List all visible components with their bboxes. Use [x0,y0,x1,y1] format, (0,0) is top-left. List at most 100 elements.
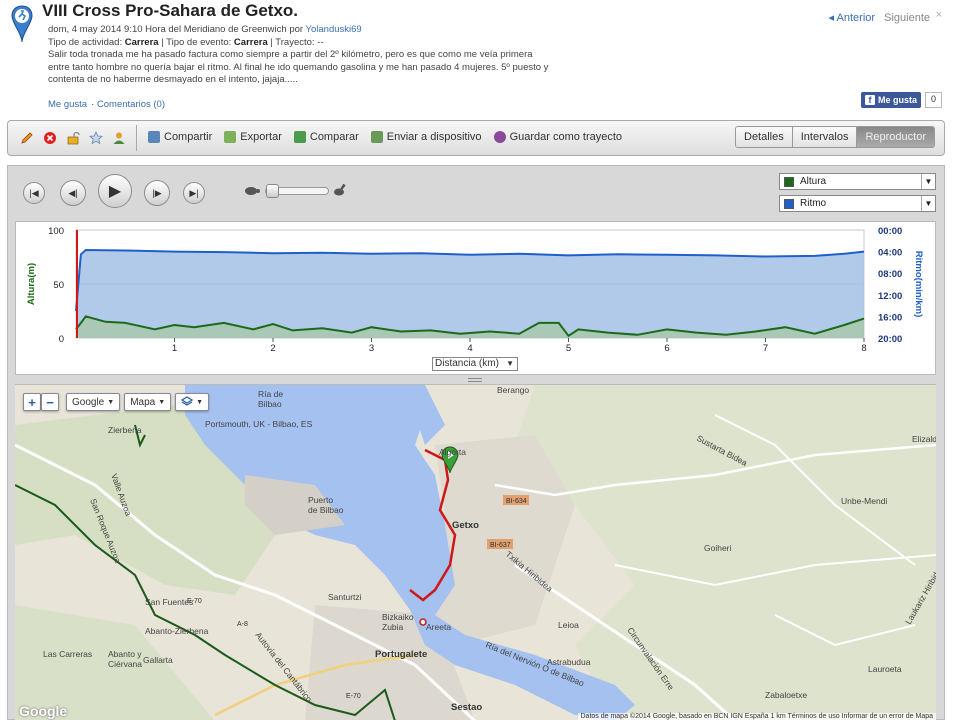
series-select-pace[interactable]: Ritmo ▼ [779,195,936,212]
road-shield-label: E-70 [346,693,361,700]
event-type-value: Carrera [233,36,268,48]
y-right-tick-label: 20:00 [878,334,902,345]
y-left-axis-label: Altura(m) [26,263,37,305]
layers-icon [180,395,194,409]
fast-forward-button[interactable]: |▶ [144,180,170,206]
zoom-in-button[interactable]: + [23,393,41,411]
map-label: Getxo [452,520,479,531]
like-link[interactable]: Me gusta [48,99,87,110]
map-canvas[interactable]: Ría de Bilbao Portsmouth, UK - Bilbao, ES… [15,385,936,720]
lock-icon[interactable] [66,131,80,145]
previous-label: Anterior [836,12,876,24]
map-label: Unbe-Mendi [841,496,887,506]
map-label: Santurtzi [328,592,362,602]
activity-nav: ◂ Anterior Siguiente × [823,9,942,24]
send-to-device-button[interactable]: Enviar a dispositivo [370,131,482,143]
map-label: Portugalete [375,649,427,660]
route-map[interactable]: Ría de Bilbao Portsmouth, UK - Bilbao, ES… [15,384,936,720]
x-tick-label: 7 [763,343,768,354]
star-icon[interactable] [89,131,103,145]
map-attribution[interactable]: Datos de mapa ©2014 Google, basado en BC… [577,713,936,720]
fast-forward-icon: |▶ [152,187,162,198]
facebook-like-label: Me gusta [878,95,918,105]
rabbit-icon [332,183,346,199]
delete-icon[interactable] [43,131,57,145]
map-label: Goiheri [704,543,732,553]
activity-type-value: Carrera [124,36,159,48]
toolbar-icon-group [20,131,126,145]
elevation-pace-chart: 1 2 3 4 5 6 7 8 100 50 0 00:00 04:00 08:00 12:00 16:00 2… [15,221,936,375]
chart-svg[interactable]: 1 2 3 4 5 6 7 8 100 50 0 00:00 04:00 08:00 12:00 16:00 2… [16,222,937,376]
runner-marker-icon [11,5,33,43]
y-right-tick-label: 08:00 [878,269,902,280]
description-line: entre tanto hombre no quería bajar el ri… [48,61,549,73]
map-label: Leioa [558,620,579,630]
y-left-tick-label: 0 [59,334,64,345]
rewind-icon: ◀| [68,187,78,198]
map-provider-controls: Google ▼ Mapa ▼ ▼ [66,393,210,411]
facebook-like-button[interactable]: f Me gusta [861,92,922,108]
y-right-tick-label: 12:00 [878,291,902,302]
map-label: Sestao [451,702,482,713]
turtle-icon [244,185,260,198]
share-button[interactable]: Compartir [148,131,212,143]
y-right-tick-label: 00:00 [878,226,902,237]
compare-button[interactable]: Comparar [293,131,359,143]
tab-details[interactable]: Detalles [736,127,793,147]
close-icon[interactable]: × [936,9,942,21]
chevron-down-icon: ▼ [506,359,514,368]
activity-toolbar: Compartir Exportar Comparar Enviar a dis… [7,120,945,156]
x-tick-label: 4 [467,343,472,354]
speed-slider[interactable] [265,184,329,198]
y-right-axis-label: Ritmo(min/km) [913,251,924,318]
x-axis-select[interactable]: Distancia (km) ▼ [432,357,518,371]
road-shield-label: BI-634 [506,498,527,505]
resize-handle[interactable] [468,378,482,382]
toolbar-divider [136,125,137,151]
map-provider-dropdown[interactable]: Google ▼ [66,393,121,411]
map-label: Gallarta [143,655,173,665]
comments-link[interactable]: Comentarios (0) [97,99,165,110]
x-axis-select-label: Distancia (km) [435,358,499,369]
pace-area [76,250,864,338]
share-label: Compartir [164,131,213,143]
map-label: Abanto-Zierbena [145,626,209,636]
skip-end-button[interactable]: ▶| [183,182,205,204]
author-link[interactable]: Yolanduski69 [306,24,362,35]
map-provider-label: Google [72,396,105,408]
tab-player[interactable]: Reproductor [857,127,934,147]
speed-slider-knob[interactable] [266,184,279,198]
user-badge-icon[interactable] [112,131,126,145]
export-button[interactable]: Exportar [224,131,282,143]
zoom-out-button[interactable]: − [41,393,59,411]
x-tick-label: 3 [369,343,374,354]
activity-meta: dom, 4 may 2014 9:10 Hora del Meridiano … [48,24,588,87]
chevron-down-icon: ▼ [196,398,204,406]
save-as-course-button[interactable]: Guardar como trayecto [493,131,622,143]
pace-select-label: Ritmo [800,198,827,209]
facebook-like-count: 0 [925,92,943,108]
edit-icon[interactable] [20,131,34,145]
next-link[interactable]: Siguiente [884,12,930,24]
map-layers-button[interactable]: ▼ [175,393,210,411]
tab-intervals[interactable]: Intervalos [792,127,858,147]
road-shield-label: E-70 [187,598,202,605]
previous-link[interactable]: ◂ Anterior [829,12,876,24]
y-left-tick-label: 100 [48,226,64,237]
map-label: Abanto y Ciérvana [108,649,142,669]
rewind-button[interactable]: ◀| [60,180,86,206]
series-select-altitude[interactable]: Altura ▼ [779,173,936,190]
road-shield-label: A-8 [237,621,248,628]
play-button[interactable]: ▶ [98,174,132,208]
altitude-swatch [784,176,794,187]
y-right-tick-label: 04:00 [878,248,902,259]
route-text: | Trayecto: -- [267,36,324,48]
road-shield-label: BI-637 [490,542,511,549]
pace-swatch [784,198,794,209]
export-icon [224,131,237,143]
map-label: Lauroeta [868,664,902,674]
map-type-dropdown[interactable]: Mapa ▼ [124,393,172,411]
activity-type-label: Tipo de actividad: [48,36,125,48]
map-label: Las Carreras [43,649,92,659]
skip-start-button[interactable]: |◀ [23,182,45,204]
